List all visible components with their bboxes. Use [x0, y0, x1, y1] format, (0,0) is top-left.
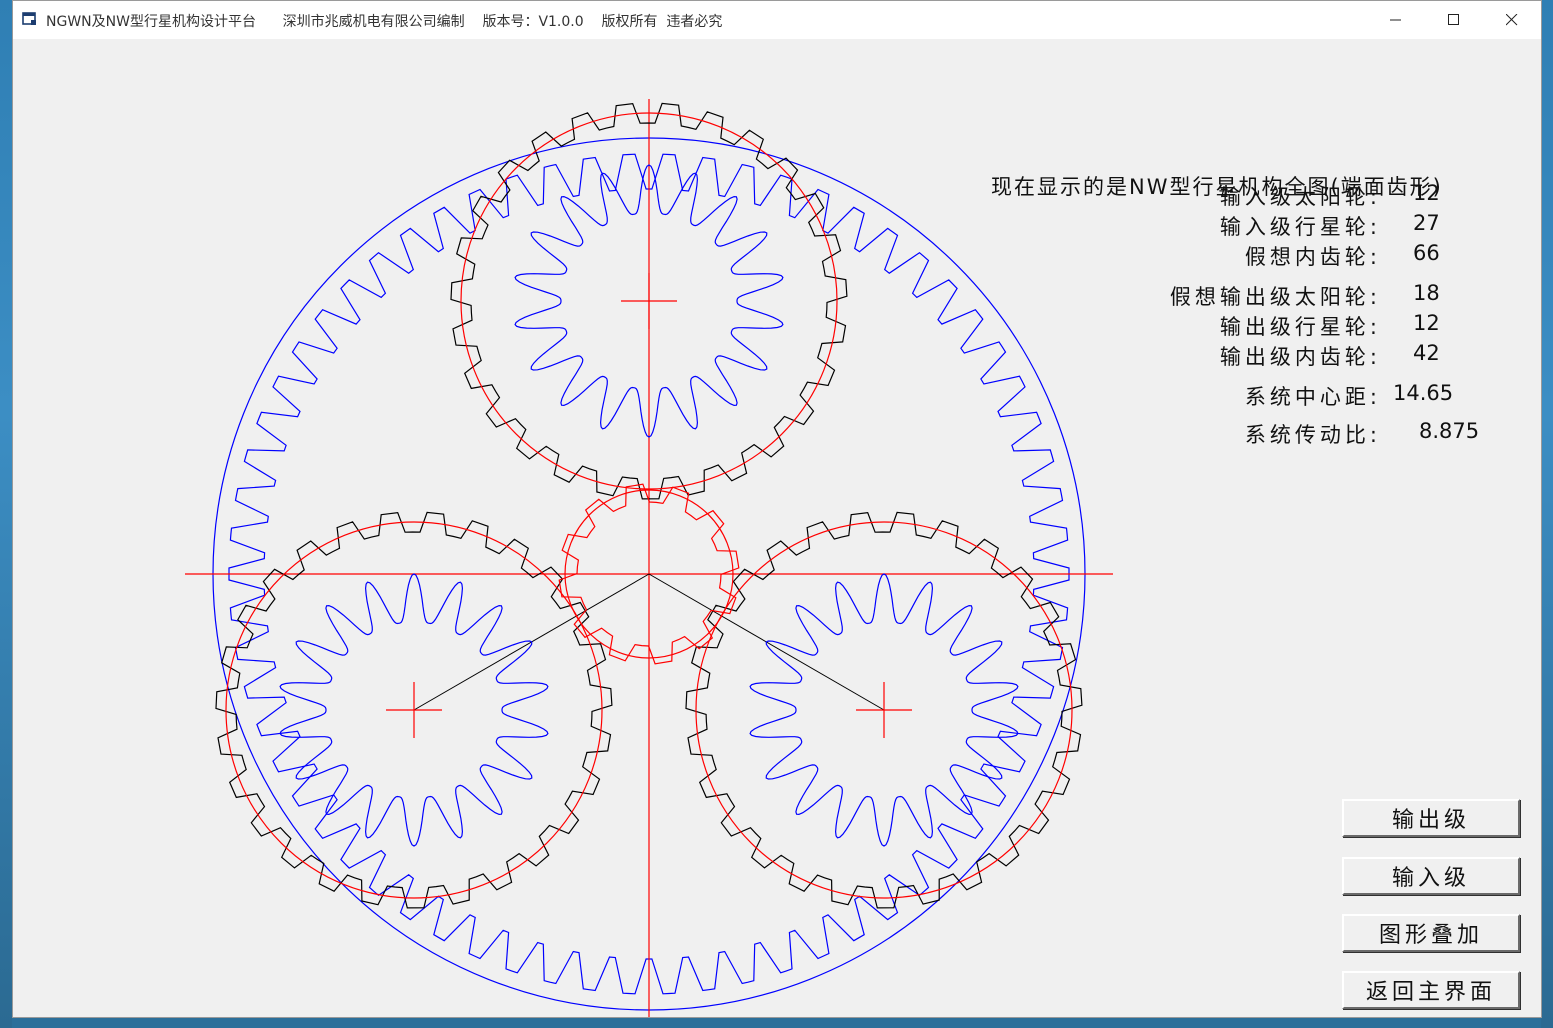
minimize-button[interactable] — [1367, 1, 1425, 39]
close-button[interactable] — [1483, 1, 1541, 39]
info-label: 输入级太阳轮: — [1219, 185, 1381, 209]
maximize-button[interactable] — [1425, 1, 1483, 39]
title-bar[interactable]: NGWN及NW型行星机构设计平台 深圳市兆威机电有限公司编制 版本号：V1.0.… — [13, 1, 1541, 39]
maximize-icon — [1448, 14, 1459, 25]
output-stage-button[interactable]: 输出级 — [1342, 799, 1520, 837]
minimize-icon — [1390, 19, 1401, 21]
app-icon — [22, 12, 36, 25]
desktop-background-left — [0, 0, 12, 1028]
app-window: NGWN及NW型行星机构设计平台 深圳市兆威机电有限公司编制 版本号：V1.0.… — [12, 0, 1542, 1018]
back-main-button[interactable]: 返回主界面 — [1342, 971, 1520, 1009]
window-title: NGWN及NW型行星机构设计平台 深圳市兆威机电有限公司编制 版本号：V1.0.… — [46, 14, 723, 30]
close-icon — [1506, 14, 1518, 26]
desktop-background-right — [1541, 0, 1553, 1028]
input-stage-button[interactable]: 输入级 — [1342, 857, 1520, 895]
overlay-button[interactable]: 图形叠加 — [1342, 914, 1520, 952]
drawing-canvas: 现在显示的是NW型行星机构全图(端面齿形) 输入级太阳轮: 12 输入级行星轮:… — [13, 39, 1541, 1017]
